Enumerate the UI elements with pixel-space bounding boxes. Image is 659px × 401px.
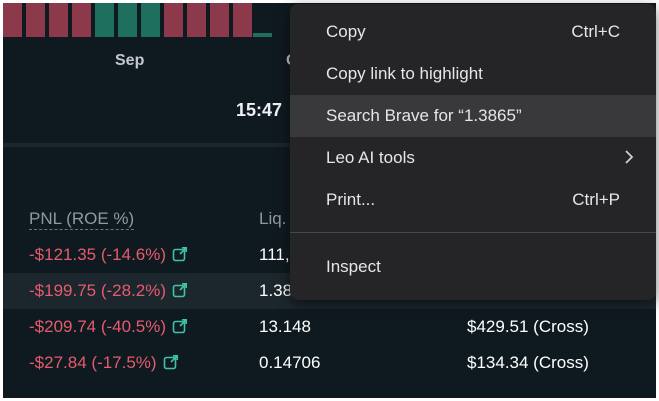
menu-item-shortcut: Ctrl+P [572, 190, 620, 209]
chart-bar [72, 3, 91, 37]
menu-item-shortcut: Ctrl+C [571, 22, 620, 41]
menu-item-copy-link-to-highlight[interactable]: Copy link to highlight [290, 53, 656, 95]
margin-value: $134.34 (Cross) [467, 353, 589, 372]
pnl-cell: -$199.75 (-28.2%) [29, 281, 188, 301]
chart-bar [49, 3, 68, 37]
chart-bar [187, 3, 206, 37]
liquidation-price: 111, [259, 245, 290, 264]
open-external-icon[interactable] [172, 246, 188, 262]
margin-value: $429.51 (Cross) [467, 317, 589, 336]
menu-item-leo-ai-tools[interactable]: Leo AI tools [290, 137, 656, 179]
chart-bar [210, 3, 229, 37]
menu-item-label: Copy link to highlight [326, 64, 483, 83]
column-header-pnl[interactable]: PNL (ROE %) [29, 209, 135, 230]
menu-item-label: Search Brave for “1.3865” [326, 106, 522, 125]
chart-bar [164, 3, 183, 37]
crosshair-time: 15:47 [236, 100, 283, 120]
liquidation-price: 0.14706 [259, 353, 321, 372]
chart-bar [118, 3, 137, 37]
chart-x-label: Sep [115, 52, 145, 69]
table-row: -$27.84 (-17.5%) 0.14706 $134.34 (Cross) [3, 345, 656, 381]
menu-separator [290, 232, 656, 233]
chart-bar [233, 3, 252, 37]
chevron-right-icon [625, 150, 634, 164]
pnl-cell: -$209.74 (-40.5%) [29, 317, 188, 337]
menu-item-copy[interactable]: Copy Ctrl+C [290, 11, 656, 53]
liquidation-price: 13.148 [259, 317, 311, 336]
table-row: -$209.74 (-40.5%) 13.148 $429.51 (Cross) [3, 309, 656, 345]
menu-item-label: Print... [326, 190, 376, 209]
column-header-liq[interactable]: Liq. [259, 209, 286, 229]
chart-bar [95, 3, 114, 37]
pnl-cell: -$121.35 (-14.6%) [29, 245, 188, 265]
open-external-icon[interactable] [172, 282, 188, 298]
menu-item-print[interactable]: Print... Ctrl+P [290, 179, 656, 221]
menu-item-label: Inspect [326, 257, 381, 276]
chart-bar [141, 3, 160, 37]
context-menu: Copy Ctrl+C Copy link to highlight Searc… [290, 4, 656, 300]
price-chart-bars [3, 3, 293, 37]
liquidation-price: 1.38 [259, 281, 293, 300]
chart-bar [253, 33, 272, 37]
menu-item-inspect[interactable]: Inspect [290, 246, 656, 288]
pnl-cell: -$27.84 (-17.5%) [29, 353, 179, 373]
menu-item-label: Copy [326, 22, 366, 41]
menu-item-label: Leo AI tools [326, 148, 415, 167]
chart-bar [3, 3, 22, 37]
open-external-icon[interactable] [163, 354, 179, 370]
chart-bar [26, 3, 45, 37]
menu-item-search-brave[interactable]: Search Brave for “1.3865” [290, 95, 656, 137]
open-external-icon[interactable] [172, 318, 188, 334]
